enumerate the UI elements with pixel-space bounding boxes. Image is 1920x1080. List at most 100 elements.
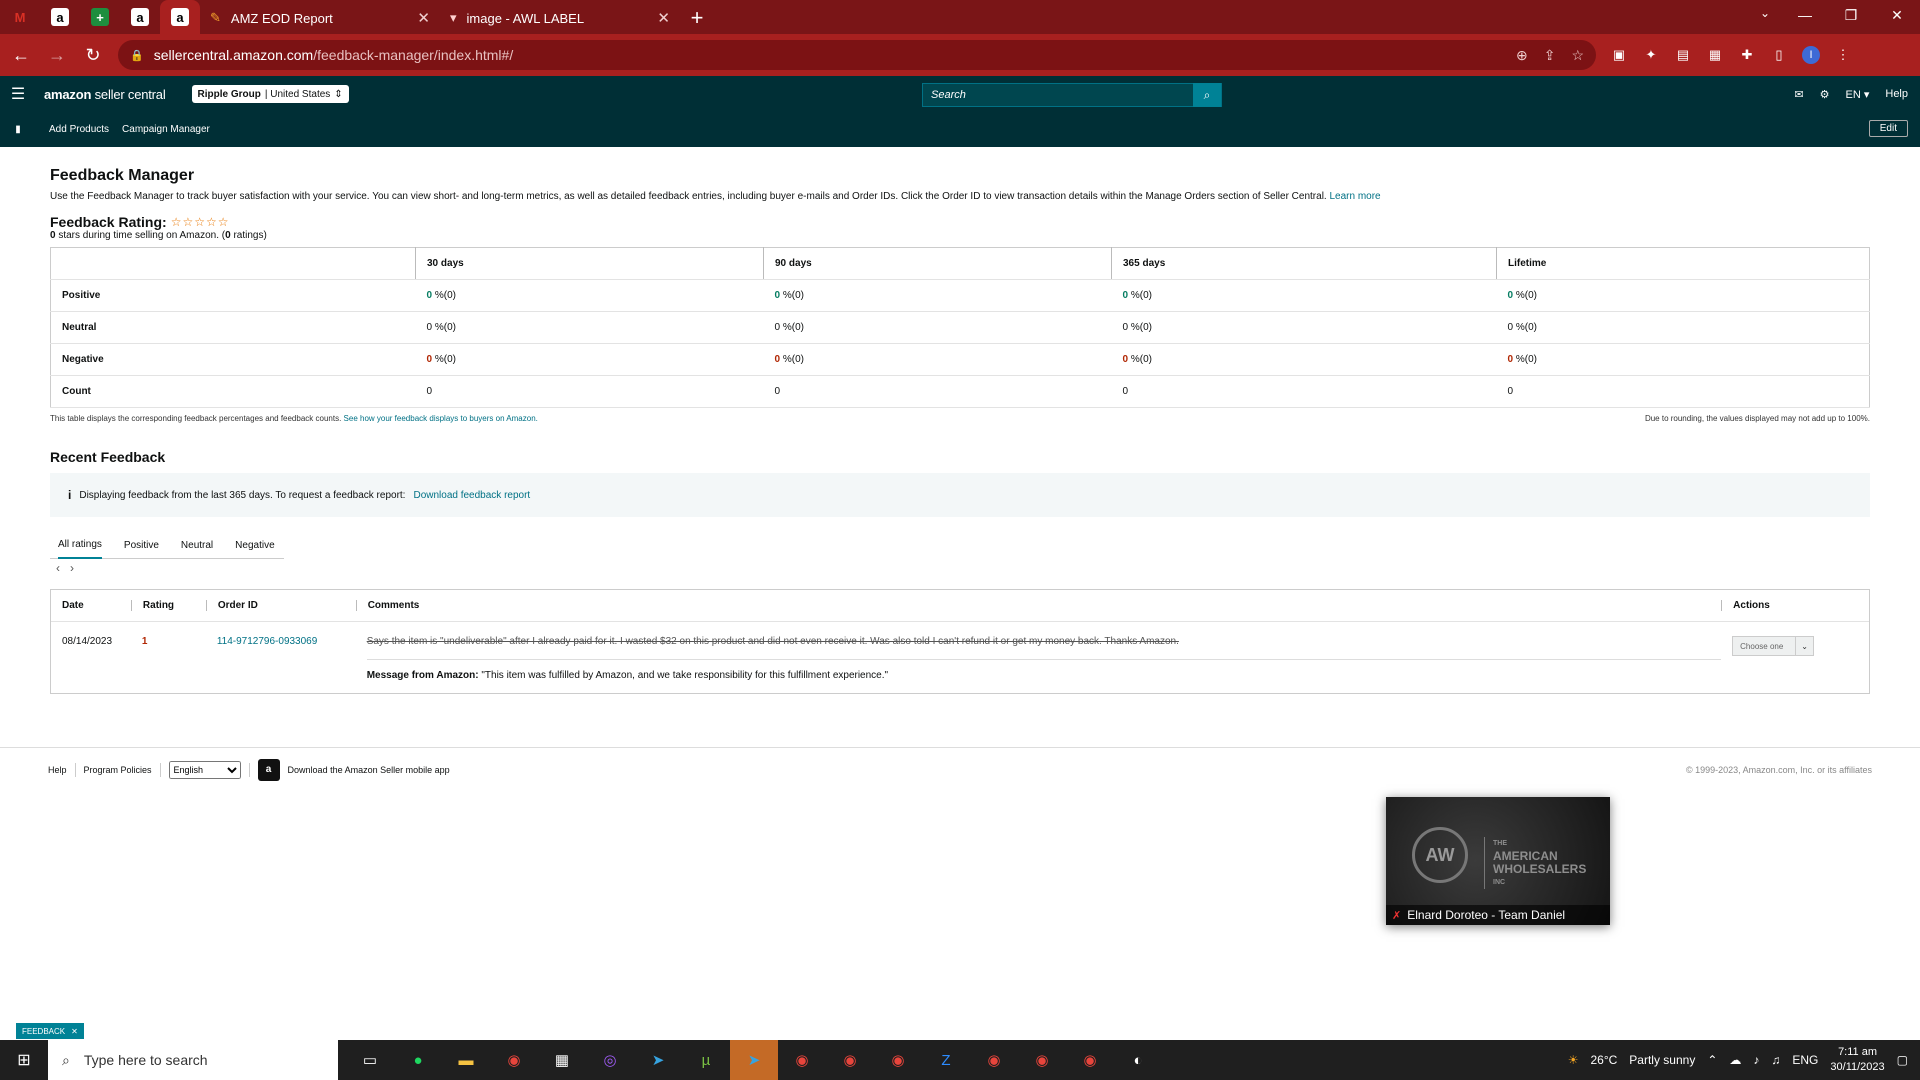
chrome-profile-icon[interactable]: ◉: [778, 1040, 826, 1080]
url-path: /feedback-manager/index.html#/: [313, 47, 514, 63]
nav-add-products[interactable]: Add Products: [49, 124, 109, 135]
account-switcher[interactable]: Ripple Group | United States ⇕: [191, 85, 349, 103]
nav-campaign-manager[interactable]: Campaign Manager: [122, 124, 210, 135]
feedback-rating-value: 1: [141, 636, 148, 647]
zoom-icon[interactable]: ⊕: [1516, 47, 1528, 64]
pinned-tab[interactable]: M: [0, 0, 40, 34]
telegram-active-icon[interactable]: ➤: [730, 1040, 778, 1080]
tab-awl-label[interactable]: ▾ image - AWL LABEL ✕: [440, 2, 680, 34]
extension-icon[interactable]: ▤: [1674, 46, 1692, 64]
learn-more-link[interactable]: Learn more: [1329, 191, 1380, 202]
new-tab-button[interactable]: +: [680, 2, 714, 34]
amazon-message-label: Message from Amazon:: [366, 670, 479, 681]
language-selector[interactable]: EN ▾: [1846, 88, 1870, 101]
profile-avatar[interactable]: I: [1802, 46, 1820, 64]
telegram-icon[interactable]: ➤: [634, 1040, 682, 1080]
utorrent-icon[interactable]: µ: [682, 1040, 730, 1080]
help-link[interactable]: Help: [1885, 88, 1908, 100]
menu-kebab-icon[interactable]: ⋮: [1834, 46, 1852, 64]
minimize-icon[interactable]: —: [1782, 0, 1828, 30]
task-view-icon[interactable]: ▭: [346, 1040, 394, 1080]
windows-start-icon[interactable]: ⊞: [0, 1040, 48, 1080]
side-panel-icon[interactable]: ▯: [1770, 46, 1788, 64]
chrome-profile-icon[interactable]: ◉: [1066, 1040, 1114, 1080]
tray-chevron-icon[interactable]: ⌃: [1707, 1053, 1717, 1067]
extension-icon[interactable]: ✦: [1642, 46, 1660, 64]
page-title: Feedback Manager: [50, 167, 195, 184]
actions-dropdown[interactable]: Choose one ⌄: [1732, 636, 1815, 656]
volume-icon[interactable]: ♫: [1771, 1053, 1780, 1067]
clock[interactable]: 7:11 am 30/11/2023: [1830, 1045, 1884, 1075]
col-rating: Rating: [130, 600, 206, 611]
mail-icon[interactable]: ✉: [1794, 88, 1803, 101]
edit-button[interactable]: Edit: [1868, 120, 1908, 137]
gear-icon[interactable]: ⚙: [1820, 88, 1830, 101]
seller-central-logo[interactable]: amazon seller central: [44, 87, 166, 102]
pinned-tab[interactable]: +: [80, 0, 120, 34]
reload-icon[interactable]: ↻: [78, 45, 108, 66]
video-call-thumbnail[interactable]: AW THE AMERICAN WHOLESALERS INC ✗ Elnard…: [1386, 797, 1610, 925]
order-id-anchor[interactable]: 114-9712796-0933069: [217, 636, 317, 647]
download-report-link[interactable]: Download feedback report: [413, 490, 530, 501]
tab-title: AMZ EOD Report: [230, 10, 333, 26]
temperature[interactable]: 26°C: [1590, 1053, 1617, 1067]
download-app-link[interactable]: Download the Amazon Seller mobile app: [288, 765, 450, 775]
program-policies-link[interactable]: Program Policies: [84, 765, 152, 775]
tab-all-ratings[interactable]: All ratings: [58, 533, 102, 559]
taskbar-search[interactable]: ⌕ Type here to search: [48, 1040, 338, 1080]
metrics-row: Negative 0 %(0) 0 %(0) 0 %(0) 0 %(0): [50, 343, 1870, 376]
close-tab-icon[interactable]: ✕: [657, 9, 670, 27]
chrome-profile-icon[interactable]: ◉: [1018, 1040, 1066, 1080]
spotify-icon[interactable]: ●: [394, 1040, 442, 1080]
pinned-tab[interactable]: a: [160, 0, 200, 34]
pinned-tab[interactable]: a: [120, 0, 160, 34]
bookmark-icon[interactable]: ▮: [0, 124, 36, 135]
file-explorer-icon[interactable]: ▬: [442, 1040, 490, 1080]
search-icon[interactable]: ⌕: [1193, 83, 1221, 107]
search-input[interactable]: [923, 89, 1193, 101]
chevron-right-icon[interactable]: ›: [70, 561, 74, 575]
mic-icon[interactable]: ♪: [1753, 1053, 1759, 1067]
back-icon[interactable]: ←: [6, 45, 36, 66]
metrics-cell: 0 %(0): [1111, 279, 1497, 312]
extension-icon[interactable]: ▦: [1706, 46, 1724, 64]
feedback-display-link[interactable]: See how your feedback displays to buyers…: [344, 414, 538, 423]
language-select[interactable]: English: [168, 760, 241, 779]
bookmark-star-icon[interactable]: ☆: [1571, 47, 1584, 64]
tab-positive[interactable]: Positive: [124, 533, 159, 559]
address-bar[interactable]: 🔒 sellercentral.amazon.com/feedback-mana…: [118, 40, 1596, 70]
extension-icon[interactable]: ▣: [1610, 46, 1628, 64]
tab-neutral[interactable]: Neutral: [181, 533, 213, 559]
chevron-left-icon[interactable]: ‹: [56, 561, 60, 575]
tab-search-chevron-icon[interactable]: ⌄: [1760, 6, 1770, 20]
close-icon[interactable]: ✕: [71, 1027, 78, 1036]
weather-text[interactable]: Partly sunny: [1629, 1053, 1695, 1067]
messenger-icon[interactable]: ◎: [586, 1040, 634, 1080]
share-icon[interactable]: ⇪: [1544, 47, 1556, 64]
actions-dropdown-label: Choose one: [1740, 641, 1784, 651]
input-language[interactable]: ENG: [1792, 1053, 1818, 1067]
chrome-profile-icon[interactable]: ◉: [874, 1040, 922, 1080]
app-icon[interactable]: ◐: [1114, 1040, 1162, 1080]
zoom-app-icon[interactable]: Z: [922, 1040, 970, 1080]
hamburger-menu-icon[interactable]: ☰: [0, 84, 36, 104]
tab-negative[interactable]: Negative: [235, 533, 274, 559]
metric-count: %(0): [1513, 322, 1537, 333]
feedback-comment-cell: Says the item is "undeliverable" after I…: [356, 636, 1722, 681]
puzzle-icon[interactable]: ✚: [1738, 46, 1756, 64]
close-tab-icon[interactable]: ✕: [417, 9, 430, 27]
restore-icon[interactable]: ❐: [1828, 0, 1874, 30]
network-icon[interactable]: ☁: [1729, 1053, 1741, 1067]
close-window-icon[interactable]: ✕: [1874, 0, 1920, 30]
chrome-profile-icon[interactable]: ◉: [970, 1040, 1018, 1080]
chrome-profile-icon[interactable]: ◉: [826, 1040, 874, 1080]
feedback-widget[interactable]: FEEDBACK ✕: [16, 1023, 84, 1039]
forward-icon[interactable]: →: [42, 45, 72, 66]
notifications-icon[interactable]: ▢: [1897, 1053, 1908, 1067]
footer-help-link[interactable]: Help: [48, 765, 67, 775]
tab-amz-eod-report[interactable]: ✎ AMZ EOD Report ✕: [200, 2, 440, 34]
clock-time: 7:11 am: [1838, 1046, 1877, 1058]
pinned-tab[interactable]: a: [40, 0, 80, 34]
chrome-icon[interactable]: ◉: [490, 1040, 538, 1080]
calculator-icon[interactable]: ▦: [538, 1040, 586, 1080]
